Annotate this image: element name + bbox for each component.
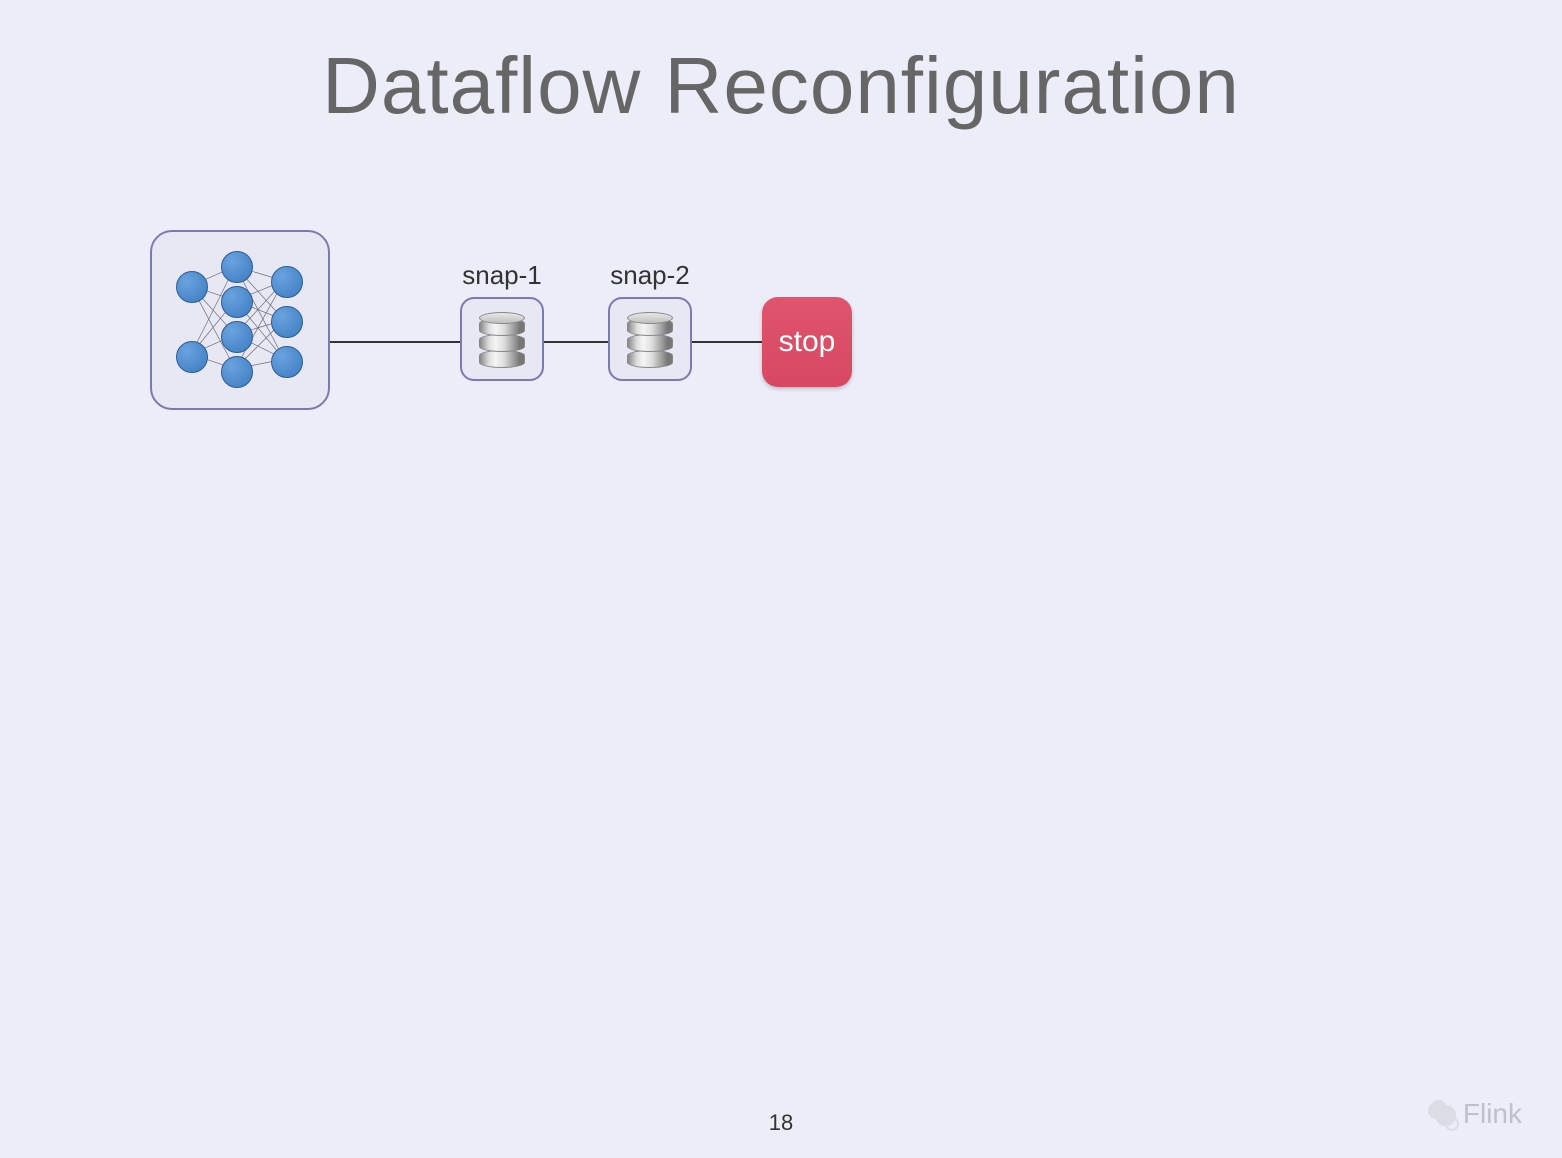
wechat-icon	[1427, 1099, 1457, 1129]
database-icon	[627, 312, 673, 366]
snapshot-2-group: snap-2	[608, 260, 692, 381]
snapshot-2-box	[608, 297, 692, 381]
snapshot-1-label: snap-1	[462, 260, 542, 291]
connector-line	[544, 341, 608, 343]
snapshot-1-group: snap-1	[460, 260, 544, 381]
page-number: 18	[0, 1110, 1562, 1136]
stop-button[interactable]: stop	[762, 297, 852, 387]
watermark-text: Flink	[1463, 1098, 1522, 1130]
snapshot-2-label: snap-2	[610, 260, 690, 291]
network-graph-icon	[152, 232, 328, 408]
snapshot-1-box	[460, 297, 544, 381]
watermark: Flink	[1427, 1098, 1522, 1130]
dataflow-graph-box	[150, 230, 330, 410]
diagram-row: snap-1 snap-2 stop	[150, 230, 852, 410]
database-icon	[479, 312, 525, 366]
connector-line	[692, 341, 762, 343]
slide-title: Dataflow Reconfiguration	[0, 40, 1562, 132]
connector-line	[330, 341, 460, 343]
